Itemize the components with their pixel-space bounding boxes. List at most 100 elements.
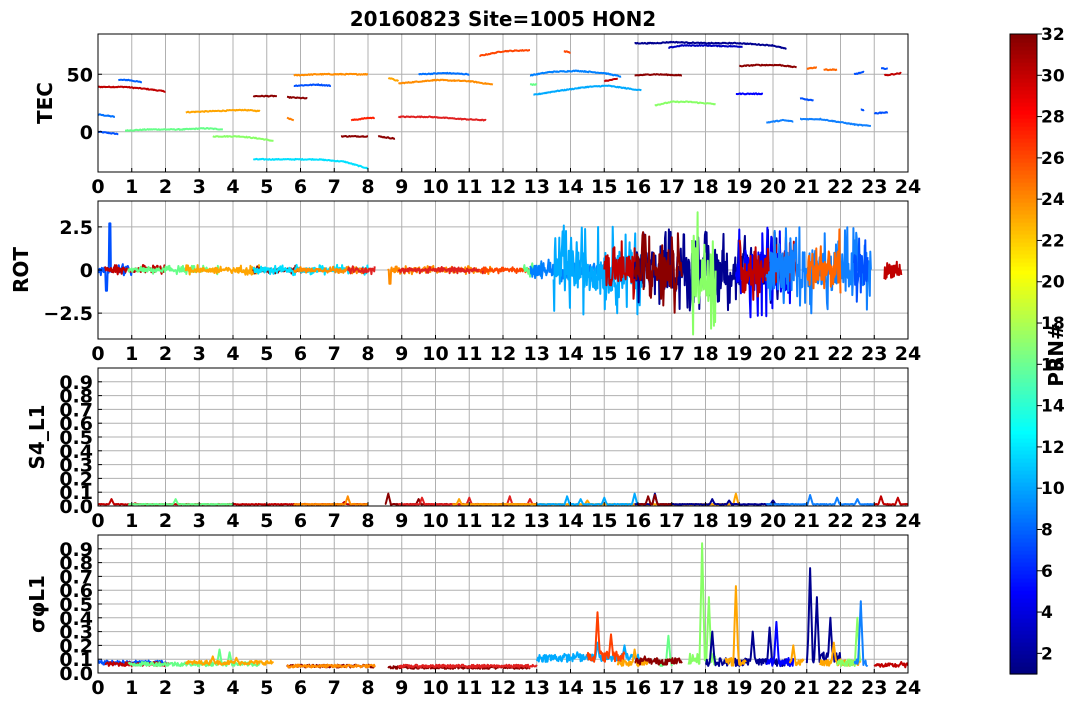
x-tick-label: 18 — [692, 176, 718, 198]
panel-1: 0 1 2 3 4 5 6 7 8 9 10 11 12 13 14 15 16 17 18 19 20 21 22 23 24… — [9, 200, 921, 365]
x-tick-label: 24 — [895, 677, 921, 699]
colorbar-segment — [1010, 590, 1037, 595]
series-line — [563, 50, 571, 54]
colorbar-segment — [1010, 482, 1037, 487]
y-axis-label: σφL1 — [25, 575, 49, 633]
y-tick-label: −2.5 — [43, 303, 93, 325]
x-tick-label: 3 — [193, 176, 206, 198]
colorbar-tick-label: 24 — [1041, 190, 1065, 210]
series-group — [98, 211, 903, 336]
colorbar-segment — [1010, 170, 1037, 175]
colorbar-segment — [1010, 602, 1037, 607]
colorbar-segment — [1010, 382, 1037, 387]
colorbar-segment — [1010, 114, 1037, 119]
colorbar-segment — [1010, 210, 1037, 215]
colorbar-segment — [1010, 330, 1037, 335]
colorbar-segment — [1010, 190, 1037, 195]
colorbar-segment — [1010, 334, 1037, 339]
x-tick-label: 7 — [328, 510, 341, 532]
colorbar-segment — [1010, 254, 1037, 259]
x-tick-label: 19 — [726, 510, 752, 532]
colorbar-segment — [1010, 562, 1037, 567]
colorbar-segment — [1010, 118, 1037, 123]
colorbar-segment — [1010, 102, 1037, 107]
series-line — [286, 116, 295, 122]
colorbar-segment — [1010, 422, 1037, 427]
colorbar-segment — [1010, 182, 1037, 187]
colorbar-tick-label: 32 — [1041, 25, 1065, 45]
colorbar-tick-label: 20 — [1041, 273, 1065, 293]
x-tick-label: 10 — [422, 510, 448, 532]
series-line — [873, 111, 889, 115]
colorbar-segment — [1010, 54, 1037, 59]
series-line — [633, 231, 683, 314]
x-tick-label: 23 — [861, 677, 887, 699]
colorbar-segment — [1010, 434, 1037, 439]
colorbar-segment — [1010, 502, 1037, 507]
colorbar-segment — [1010, 174, 1037, 179]
series-line — [398, 78, 494, 86]
panels: 0 1 2 3 4 5 6 7 8 9 10 11 12 13 14 15 16 17 18 19 20 21 22 23 24… — [9, 33, 921, 699]
series-line — [478, 49, 531, 57]
colorbar-tick-label: 26 — [1041, 149, 1065, 169]
x-tick-label: 7 — [328, 677, 341, 699]
x-tick-label: 9 — [395, 510, 408, 532]
x-tick-label: 14 — [557, 176, 583, 198]
colorbar-tick-label: 8 — [1041, 520, 1053, 540]
x-tick-label: 12 — [490, 343, 516, 365]
x-tick-label: 18 — [692, 677, 718, 699]
colorbar-segment — [1010, 166, 1037, 171]
x-tick-label: 12 — [490, 510, 516, 532]
colorbar-segment — [1010, 370, 1037, 375]
colorbar-segment — [1010, 214, 1037, 219]
colorbar-segment — [1010, 510, 1037, 515]
colorbar-segment — [1010, 146, 1037, 151]
colorbar-segment — [1010, 390, 1037, 395]
series-line — [873, 495, 908, 506]
series-line — [124, 127, 223, 132]
colorbar-segment — [1010, 70, 1037, 75]
colorbar-segment — [1010, 650, 1037, 655]
colorbar-segment — [1010, 574, 1037, 579]
colorbar-segment — [1010, 646, 1037, 651]
colorbar-segment — [1010, 318, 1037, 323]
colorbar-segment — [1010, 526, 1037, 531]
series-line — [735, 92, 764, 96]
x-tick-label: 0 — [91, 176, 104, 198]
series-line — [765, 494, 875, 506]
x-tick-label: 12 — [490, 176, 516, 198]
x-tick-label: 13 — [524, 343, 550, 365]
colorbar-segment — [1010, 62, 1037, 67]
x-tick-label: 10 — [422, 343, 448, 365]
colorbar-segment — [1010, 322, 1037, 327]
colorbar-segment — [1010, 666, 1037, 671]
colorbar-segment — [1010, 122, 1037, 127]
colorbar-segment — [1010, 262, 1037, 267]
series-line — [853, 70, 865, 75]
colorbar-segment — [1010, 66, 1037, 71]
colorbar-segment — [1010, 538, 1037, 543]
x-tick-label: 14 — [557, 510, 583, 532]
colorbar-segment — [1010, 110, 1037, 115]
colorbar-tick-label: 6 — [1041, 562, 1053, 582]
colorbar-segment — [1010, 286, 1037, 291]
colorbar-segment — [1010, 462, 1037, 467]
x-tick-label: 14 — [557, 677, 583, 699]
x-tick-label: 9 — [395, 677, 408, 699]
colorbar-segment — [1010, 74, 1037, 79]
colorbar-segment — [1010, 90, 1037, 95]
x-tick-label: 7 — [328, 176, 341, 198]
colorbar-segment — [1010, 518, 1037, 523]
series-line — [806, 66, 817, 70]
x-tick-label: 1 — [125, 343, 138, 365]
series-line — [397, 115, 487, 122]
colorbar-segment — [1010, 98, 1037, 103]
colorbar-segment — [1010, 338, 1037, 343]
colorbar-segment — [1010, 550, 1037, 555]
y-tick-label: 0 — [80, 122, 93, 144]
x-tick-label: 15 — [591, 677, 617, 699]
colorbar-segment — [1010, 406, 1037, 411]
x-tick-label: 16 — [625, 343, 651, 365]
colorbar-segment — [1010, 558, 1037, 563]
x-tick-label: 6 — [294, 510, 307, 532]
